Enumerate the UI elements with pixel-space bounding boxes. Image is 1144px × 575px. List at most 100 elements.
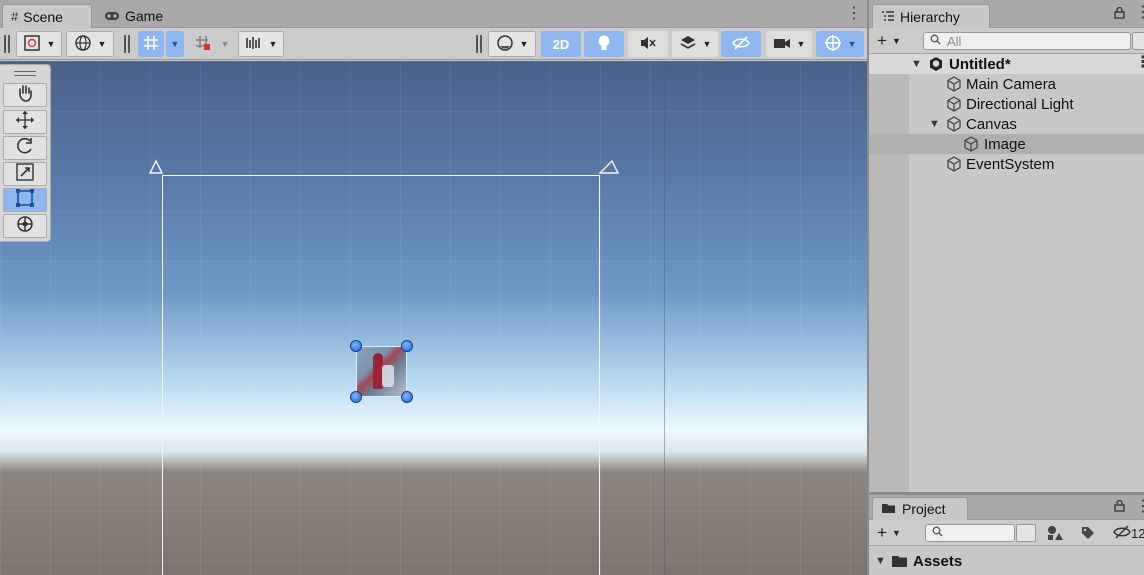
grid-snap-toggle[interactable] (138, 31, 164, 57)
hidden-count: 12 (1131, 526, 1144, 541)
filter-by-label-icon[interactable] (1081, 526, 1095, 543)
plus-icon: + (877, 523, 887, 542)
rotate-tool-button[interactable] (3, 136, 47, 160)
rect-handle-top-right[interactable] (401, 340, 413, 352)
canvas-anchor-icon[interactable] (148, 159, 170, 177)
move-tool-button[interactable] (3, 110, 47, 134)
rect-handle-top-left[interactable] (350, 340, 362, 352)
gamepad-icon (104, 9, 120, 24)
unity-scene-icon (928, 56, 943, 71)
draw-mode-icon (23, 34, 41, 55)
increment-snap-dropdown[interactable]: ▼ (218, 31, 232, 57)
toolbar-grip-icon[interactable] (124, 35, 130, 53)
scene-name: Untitled* (949, 55, 1011, 73)
expand-arrow-icon[interactable]: ▼ (875, 555, 886, 567)
scene-toolbar: ▼ ▼ ▼ ▼ ▼ ▼ 2D ▼ ▼ ▼ (0, 28, 867, 60)
scale-icon (15, 162, 35, 187)
search-scope-button[interactable] (1016, 524, 1036, 542)
gameobject-cube-icon (946, 156, 961, 172)
shading-mode-dropdown[interactable]: ▼ (488, 31, 536, 57)
toolbar-grip-icon[interactable] (476, 35, 482, 53)
render-stats-dropdown[interactable]: ▼ (238, 31, 284, 57)
hierarchy-item-main-camera[interactable]: Main Camera (869, 74, 1144, 94)
transform-tool-button[interactable] (3, 214, 47, 238)
hidden-packages-toggle[interactable]: 12 (1113, 525, 1144, 542)
list-icon (881, 9, 895, 25)
global-local-dropdown[interactable]: ▼ (66, 31, 114, 57)
scene-row[interactable]: ▼ Untitled* ⋮ (869, 54, 1144, 74)
globe-icon (74, 34, 92, 55)
image-object[interactable] (356, 346, 407, 397)
increment-snap-toggle[interactable] (190, 31, 216, 57)
camera-dropdown[interactable]: ▼ (766, 31, 812, 57)
search-scope-button[interactable] (1132, 32, 1144, 50)
draw-mode-dropdown[interactable]: ▼ (16, 31, 62, 57)
chevron-down-icon: ▼ (702, 39, 712, 49)
effects-dropdown[interactable]: ▼ (672, 31, 718, 57)
hierarchy-item-directional-light[interactable]: Directional Light (869, 94, 1144, 114)
scene-visibility-toggle[interactable] (721, 31, 761, 57)
tool-palette (0, 64, 51, 242)
hand-icon (15, 83, 35, 108)
project-panel: Project ⋮ + ▼ 12 ▼ Assets (869, 495, 1144, 575)
hierarchy-item-image[interactable]: Image (869, 134, 1144, 154)
chevron-down-icon: ▼ (220, 39, 230, 49)
rect-handle-bottom-left[interactable] (350, 391, 362, 403)
create-dropdown[interactable]: + ▼ (877, 31, 901, 51)
folder-icon (881, 501, 896, 517)
scene-viewport[interactable] (0, 61, 867, 575)
tab-scene[interactable]: # Scene (2, 4, 92, 28)
expand-arrow-icon[interactable]: ▼ (911, 58, 922, 70)
project-folder-assets[interactable]: ▼ Assets (869, 551, 1144, 571)
hierarchy-item-eventsystem[interactable]: EventSystem (869, 154, 1144, 174)
audio-toggle[interactable] (628, 31, 668, 57)
lighting-toggle[interactable] (584, 31, 624, 57)
rect-tool-button[interactable] (3, 188, 47, 212)
toggle-2d-button[interactable]: 2D (541, 31, 581, 57)
scene-panel-menu-icon[interactable]: ⋮ (846, 6, 862, 22)
hand-tool-button[interactable] (3, 83, 47, 107)
lock-icon[interactable] (1114, 6, 1125, 22)
rect-handle-bottom-right[interactable] (401, 391, 413, 403)
tab-hierarchy[interactable]: Hierarchy (872, 4, 990, 28)
lightbulb-icon (597, 34, 611, 55)
gameobject-cube-icon (946, 76, 961, 92)
gizmos-dropdown[interactable]: ▼ (816, 31, 864, 57)
chevron-down-icon: ▼ (847, 39, 857, 49)
project-search-input[interactable] (925, 524, 1015, 542)
hierarchy-item-label: EventSystem (966, 155, 1055, 173)
canvas-anchor-icon[interactable] (598, 159, 620, 177)
create-asset-dropdown[interactable]: + ▼ (877, 523, 901, 543)
eye-slash-icon (731, 35, 751, 53)
eye-slash-icon (1113, 525, 1131, 542)
grid-snap-icon (142, 34, 160, 55)
scene-panel: # Scene Game ⋮ ▼ ▼ ▼ ▼ ▼ ▼ 2D ▼ ▼ ▼ (0, 0, 867, 575)
plus-icon: + (877, 31, 887, 50)
tab-project[interactable]: Project (872, 497, 968, 520)
scene-row-menu-icon[interactable]: ⋮ (1135, 55, 1144, 71)
gameobject-cube-icon (963, 136, 978, 152)
chevron-down-icon: ▼ (46, 39, 56, 49)
scale-tool-button[interactable] (3, 162, 47, 186)
move-arrows-icon (15, 110, 35, 135)
unity-editor: # Scene Game ⋮ ▼ ▼ ▼ ▼ ▼ ▼ 2D ▼ ▼ ▼ Hier… (0, 0, 1144, 575)
project-menu-icon[interactable]: ⋮ (1135, 499, 1144, 515)
hierarchy-item-canvas[interactable]: ▼ Canvas (869, 114, 1144, 134)
palette-grip-icon[interactable] (14, 71, 36, 76)
layers-icon (679, 34, 697, 55)
hierarchy-menu-icon[interactable]: ⋮ (1135, 5, 1144, 21)
toolbar-grip-icon[interactable] (4, 35, 10, 53)
folder-label: Assets (913, 552, 963, 570)
filter-by-type-icon[interactable] (1046, 525, 1064, 544)
grid-snap-dropdown[interactable]: ▼ (166, 31, 184, 57)
speaker-muted-icon (639, 35, 657, 54)
tab-game[interactable]: Game (96, 4, 176, 28)
hierarchy-search-input[interactable]: All (923, 32, 1131, 50)
lock-icon[interactable] (1114, 499, 1125, 515)
rotate-icon (15, 136, 35, 161)
hierarchy-toolbar: + ▼ All (869, 28, 1144, 54)
camera-icon (773, 36, 791, 53)
toggle-2d-label: 2D (552, 36, 570, 52)
hierarchy-tabbar: Hierarchy ⋮ (869, 0, 1144, 28)
expand-arrow-icon[interactable]: ▼ (929, 118, 940, 130)
